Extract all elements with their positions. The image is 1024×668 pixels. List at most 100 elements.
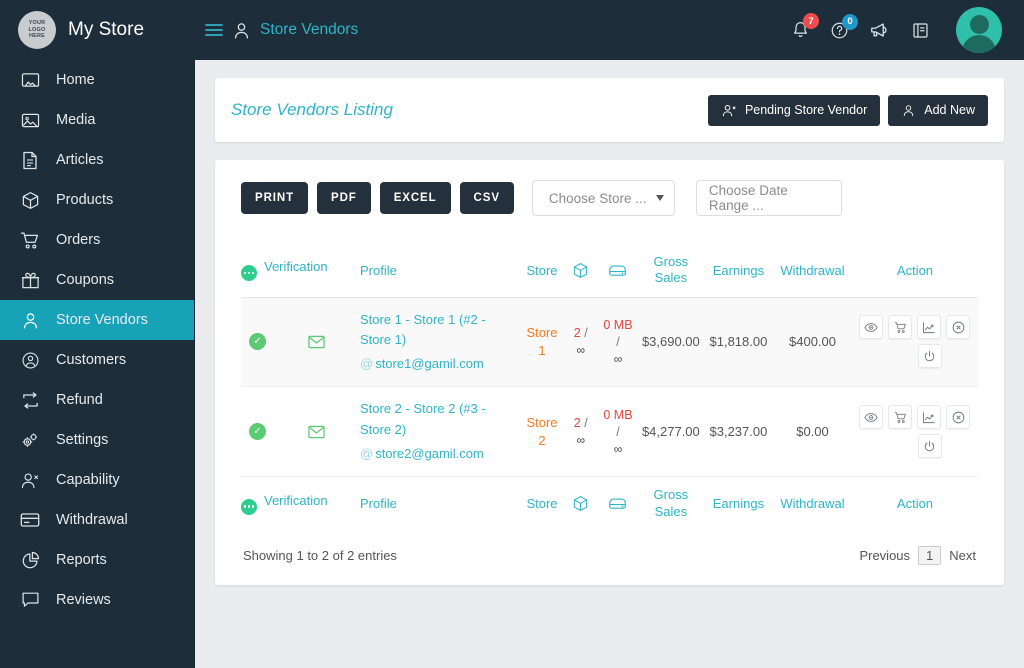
profile-name-link[interactable]: Store 2 - Store 2 (#3 - Store 2): [360, 401, 486, 437]
store-link[interactable]: Store 1: [526, 325, 557, 358]
cell-withdrawal: $400.00: [773, 297, 852, 387]
green-dots-icon: [241, 498, 257, 515]
cart-icon[interactable]: [888, 405, 913, 430]
sidebar-item-orders[interactable]: Orders: [0, 220, 194, 260]
user-icon: [901, 103, 916, 118]
check-circle-icon[interactable]: ✓: [249, 423, 266, 441]
megaphone-icon[interactable]: [869, 21, 891, 40]
add-new-label: Add New: [924, 103, 975, 117]
app-root: YOUR LOGO HERE My Store Store Vendors 7 …: [0, 0, 1024, 668]
profile-email[interactable]: @ store1@gamil.com: [360, 354, 517, 374]
footer-earnings[interactable]: Earnings: [704, 477, 773, 530]
add-new-button[interactable]: Add New: [888, 94, 988, 126]
book-icon[interactable]: [911, 21, 930, 40]
hamburger-icon[interactable]: [205, 23, 223, 37]
verification-icons: ✓: [241, 333, 352, 351]
choose-store-select[interactable]: Choose Store ...: [531, 180, 675, 216]
footer-profile[interactable]: Profile: [356, 477, 521, 530]
sidebar-label: Settings: [56, 432, 109, 448]
sidebar-item-capability[interactable]: Capability: [0, 460, 194, 500]
sidebar-item-reports[interactable]: Reports: [0, 540, 194, 580]
excel-button[interactable]: EXCEL: [379, 182, 451, 214]
footer-gross-sales[interactable]: Gross Sales: [638, 477, 704, 530]
brand[interactable]: YOUR LOGO HERE My Store: [0, 11, 195, 49]
sidebar-item-products[interactable]: Products: [0, 180, 194, 220]
page-1-button[interactable]: 1: [918, 545, 942, 565]
image-icon: [20, 112, 40, 129]
pending-store-vendor-button[interactable]: Pending Store Vendor: [707, 94, 881, 126]
pdf-button[interactable]: PDF: [317, 182, 371, 214]
green-dots-icon: [241, 265, 257, 282]
sidebar-item-reviews[interactable]: Reviews: [0, 580, 194, 620]
avatar[interactable]: [956, 7, 1002, 53]
chart-icon[interactable]: [917, 315, 942, 340]
csv-button[interactable]: CSV: [459, 182, 514, 214]
envelope-icon[interactable]: [308, 425, 325, 439]
header-verification[interactable]: Verification: [241, 244, 356, 297]
store-link[interactable]: Store 2: [526, 415, 557, 448]
x-circle-icon[interactable]: [946, 405, 971, 430]
cell-profile: Store 2 - Store 2 (#3 - Store 2) @ store2…: [356, 387, 521, 477]
sidebar-item-coupons[interactable]: Coupons: [0, 260, 194, 300]
bell-icon[interactable]: 7: [791, 13, 819, 40]
sidebar-item-store-vendors[interactable]: Store Vendors: [0, 300, 194, 340]
envelope-icon[interactable]: [308, 335, 325, 349]
withdrawal-value: $0.00: [796, 424, 829, 440]
eye-icon[interactable]: [859, 405, 884, 430]
cart-icon[interactable]: [888, 315, 913, 340]
avatar-body: [962, 35, 996, 53]
pagination: Previous 1 Next: [859, 545, 976, 565]
header-gross-sales[interactable]: Gross Sales: [638, 244, 704, 297]
footer-products[interactable]: [563, 477, 598, 530]
eye-icon[interactable]: [859, 315, 884, 340]
x-circle-icon[interactable]: [946, 315, 971, 340]
profile-email-text: store2@gamil.com: [375, 446, 484, 462]
brand-name: My Store: [68, 19, 145, 40]
profile-name-link[interactable]: Store 1 - Store 1 (#2 - Store 1): [360, 312, 486, 348]
logo-line-3: HERE: [28, 33, 46, 40]
header-disk[interactable]: [598, 244, 638, 297]
sidebar-item-articles[interactable]: Articles: [0, 140, 194, 180]
logo-line-1: YOUR: [28, 19, 46, 26]
header-products[interactable]: [563, 244, 598, 297]
logo-line-2: LOGO: [28, 26, 46, 33]
footer-verification[interactable]: Verification: [241, 477, 356, 530]
previous-page-button[interactable]: Previous: [859, 548, 910, 563]
sidebar-item-media[interactable]: Media: [0, 100, 194, 140]
header-profile[interactable]: Profile: [356, 244, 521, 297]
check-circle-icon[interactable]: ✓: [249, 333, 266, 351]
chart-icon[interactable]: [917, 405, 942, 430]
choose-store-value: Choose Store ...: [548, 190, 647, 206]
sidebar-item-home[interactable]: Home: [0, 60, 194, 100]
power-icon[interactable]: [917, 344, 942, 369]
sidebar-item-refund[interactable]: Refund: [0, 380, 194, 420]
sidebar-item-customers[interactable]: Customers: [0, 340, 194, 380]
user-x-icon: [721, 103, 737, 118]
sidebar-label: Media: [56, 112, 96, 128]
cell-action: [852, 387, 978, 477]
profile-email[interactable]: @ store2@gamil.com: [360, 444, 517, 464]
page-header: Store Vendors Listing Pending Store Vend…: [215, 78, 1004, 142]
print-button[interactable]: PRINT: [241, 182, 308, 214]
header-withdrawal[interactable]: Withdrawal: [773, 244, 852, 297]
footer-store[interactable]: Store: [521, 477, 564, 530]
gift-icon: [20, 271, 40, 290]
breadcrumb-title[interactable]: Store Vendors: [260, 21, 358, 39]
next-page-button[interactable]: Next: [949, 548, 976, 563]
entries-info: Showing 1 to 2 of 2 entries: [243, 547, 397, 563]
header-store[interactable]: Store: [521, 244, 564, 297]
sidebar-item-withdrawal[interactable]: Withdrawal: [0, 500, 194, 540]
choose-date-range-input[interactable]: Choose Date Range ...: [695, 180, 842, 216]
table-row[interactable]: ✓ Store 2 - Store 2 (#3 - Store 2) @ stor…: [241, 387, 978, 477]
table-row[interactable]: ✓ Store 1 - Store 1 (#2 - Store 1) @ stor…: [241, 297, 978, 387]
disk-limit: ∞: [613, 441, 623, 456]
at-icon: @: [359, 446, 374, 462]
sidebar-item-settings[interactable]: Settings: [0, 420, 194, 460]
sidebar-label: Products: [56, 192, 114, 208]
power-icon[interactable]: [917, 434, 942, 459]
footer-disk[interactable]: [598, 477, 638, 530]
footer-withdrawal[interactable]: Withdrawal: [773, 477, 852, 530]
table-body: ✓ Store 1 - Store 1 (#2 - Store 1) @ stor…: [241, 297, 978, 477]
header-earnings[interactable]: Earnings: [704, 244, 773, 297]
help-circle-icon[interactable]: 0: [830, 13, 858, 40]
